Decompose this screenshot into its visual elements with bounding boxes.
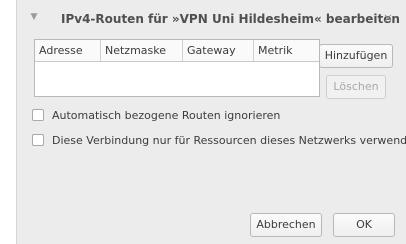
ignore-auto-routes-checkbox[interactable] <box>32 109 44 121</box>
routes-table[interactable]: Adresse Netzmaske Gateway Metrik <box>34 39 320 97</box>
add-route-button[interactable]: Hinzufügen <box>319 44 393 68</box>
ignore-auto-routes-label[interactable]: Automatisch bezogene Routen ignorieren <box>52 109 280 122</box>
edit-routes-dialog: ▼ IPv4-Routen für »VPN Uni Hildesheim« b… <box>16 0 406 244</box>
routes-table-header: Adresse Netzmaske Gateway Metrik <box>35 40 319 62</box>
only-network-resources-option[interactable]: Diese Verbindung nur für Ressourcen dies… <box>32 132 406 148</box>
column-header-gateway[interactable]: Gateway <box>183 40 254 61</box>
ok-button[interactable]: OK <box>333 213 395 237</box>
cancel-button[interactable]: Abbrechen <box>250 213 322 237</box>
delete-route-button[interactable]: Löschen <box>326 75 386 99</box>
only-network-resources-label[interactable]: Diese Verbindung nur für Ressourcen dies… <box>52 134 406 147</box>
column-header-address[interactable]: Adresse <box>35 40 101 61</box>
dialog-titlebar: ▼ IPv4-Routen für »VPN Uni Hildesheim« b… <box>17 0 406 38</box>
dialog-title: IPv4-Routen für »VPN Uni Hildesheim« bea… <box>61 12 400 26</box>
ignore-auto-routes-option[interactable]: Automatisch bezogene Routen ignorieren <box>32 107 280 123</box>
close-icon[interactable]: × <box>380 10 396 26</box>
column-header-netmask[interactable]: Netzmaske <box>101 40 183 61</box>
column-header-metric[interactable]: Metrik <box>254 40 319 61</box>
window-menu-icon[interactable]: ▼ <box>27 10 41 24</box>
routes-table-body[interactable] <box>35 62 319 96</box>
only-network-resources-checkbox[interactable] <box>32 134 44 146</box>
